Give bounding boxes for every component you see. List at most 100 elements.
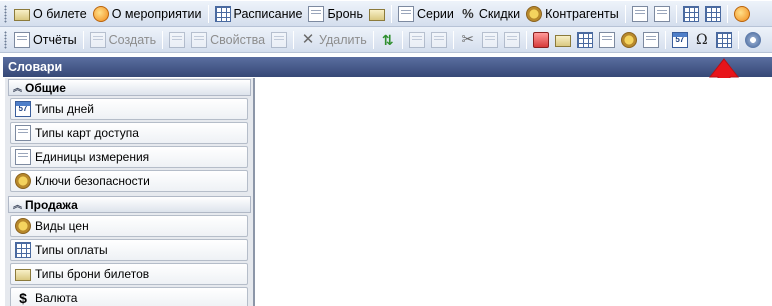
about-event-button[interactable]: О мероприятии [90,3,205,25]
paste-button[interactable] [501,29,523,51]
nav-item-label: Типы оплаты [35,243,108,257]
preview-icon [408,31,425,48]
save-icon [271,31,288,48]
access-button[interactable] [574,29,596,51]
list-button[interactable] [651,3,673,25]
series-icon [397,5,414,22]
cashbox-icon [532,31,549,48]
toolbar-separator [726,4,728,23]
nav-item-price-types[interactable]: Виды цен [10,215,248,237]
counterparties-label: Контрагенты [545,6,619,21]
settings-icon [744,31,761,48]
group-header-sales[interactable]: ︽ Продажа [8,196,251,213]
content-area [257,78,772,306]
about-ticket-button[interactable]: О билете [11,3,90,25]
toolbar-separator [162,30,164,49]
window-button[interactable] [629,3,651,25]
dictionaries-icon [715,31,732,48]
calendar-icon: 57 [15,101,31,117]
print-icon [430,31,447,48]
schedule-label: Расписание [233,6,303,21]
nav-item-currency[interactable]: $ Валюта [10,287,248,306]
coins-icon [15,218,31,234]
properties-button[interactable]: Свойства [188,29,268,51]
about-button[interactable] [731,3,753,25]
toolbar-separator [624,4,626,23]
smiley-icon [733,5,750,22]
page-icon [642,31,659,48]
reports-button[interactable]: Отчёты [11,29,80,51]
omega-icon: Ω [695,31,708,48]
nav-item-access-card-types[interactable]: Типы карт доступа [10,122,248,144]
list-icon [653,5,670,22]
nav-item-payment-types[interactable]: Типы оплаты [10,239,248,261]
group-header-general[interactable]: ︽ Общие [8,79,251,96]
columns-button[interactable] [680,3,702,25]
group-general: ︽ Общие 57 Типы дней Типы карт доступа Е… [5,79,253,195]
booking-extra-button[interactable] [366,3,388,25]
cashbox-button[interactable] [530,29,552,51]
toolbar-separator [737,30,739,49]
about-event-label: О мероприятии [111,6,202,21]
card-icon [554,34,571,47]
scissors-icon: ✂ [461,30,475,48]
pencil-button[interactable] [596,29,618,51]
refresh-icon: ⇅ [381,31,394,48]
group-title: Продажа [25,197,78,212]
delete-x-icon: ✕ [301,30,315,48]
dictionaries-button[interactable] [713,29,735,51]
nav-item-label: Валюта [35,291,78,305]
nav-item-units[interactable]: Единицы измерения [10,146,248,168]
schedule-button[interactable]: Расписание [212,3,306,25]
booking-document-icon [308,5,325,22]
booking-ticket-icon [368,8,385,21]
edit-icon [169,31,186,48]
create-button[interactable]: Создать [87,29,160,51]
settings-button[interactable] [742,29,764,51]
dictionaries-panel: ︽ Общие 57 Типы дней Типы карт доступа Е… [5,78,255,306]
refresh-button[interactable]: ⇅ [377,29,399,51]
access-grid-icon [576,31,593,48]
toolbar-grip[interactable] [4,4,7,23]
ticket-booking-icon [15,269,31,281]
collapse-chevron-icon: ︽ [13,83,22,93]
page-button[interactable] [640,29,662,51]
window-icon [631,5,648,22]
discounts-button[interactable]: % Скидки [457,3,523,25]
calendar-button[interactable]: 57 [669,29,691,51]
booking-button[interactable]: Бронь [305,3,366,25]
dollar-icon: $ [19,290,27,306]
series-button[interactable]: Серии [395,3,457,25]
omega-button[interactable]: Ω [691,29,713,51]
nav-item-security-keys[interactable]: Ключи безопасности [10,170,248,192]
properties-label: Свойства [210,32,266,47]
edit-button[interactable] [166,29,188,51]
delete-button[interactable]: ✕ Удалить [297,29,370,51]
toolbar-separator [293,30,295,49]
ruler-icon [15,149,31,165]
card-button[interactable] [552,29,574,51]
preview-button[interactable] [406,29,428,51]
toolbar-separator [452,30,454,49]
nav-item-ticket-booking-types[interactable]: Типы брони билетов [10,263,248,285]
toolbar-grip[interactable] [4,30,7,49]
collapse-chevron-icon: ︽ [13,200,22,210]
nav-item-day-types[interactable]: 57 Типы дней [10,98,248,120]
save-button[interactable] [268,29,290,51]
pencil-icon [598,31,615,48]
cut-button[interactable]: ✂ [457,29,479,51]
counterparties-button[interactable]: Контрагенты [523,3,622,25]
toolbar-separator [207,4,209,23]
card-icon [15,125,31,141]
nav-item-label: Типы брони билетов [35,267,150,281]
excel-button[interactable] [702,3,724,25]
export-button[interactable] [618,29,640,51]
print-button[interactable] [428,29,450,51]
copy-icon [481,31,498,48]
nav-item-label: Ключи безопасности [35,174,150,188]
nav-item-label: Типы дней [35,102,94,116]
copy-button[interactable] [479,29,501,51]
event-icon [92,5,109,22]
delete-label: Удалить [319,32,367,47]
group-sales: ︽ Продажа Виды цен Типы оплаты Типы брон… [5,196,253,306]
